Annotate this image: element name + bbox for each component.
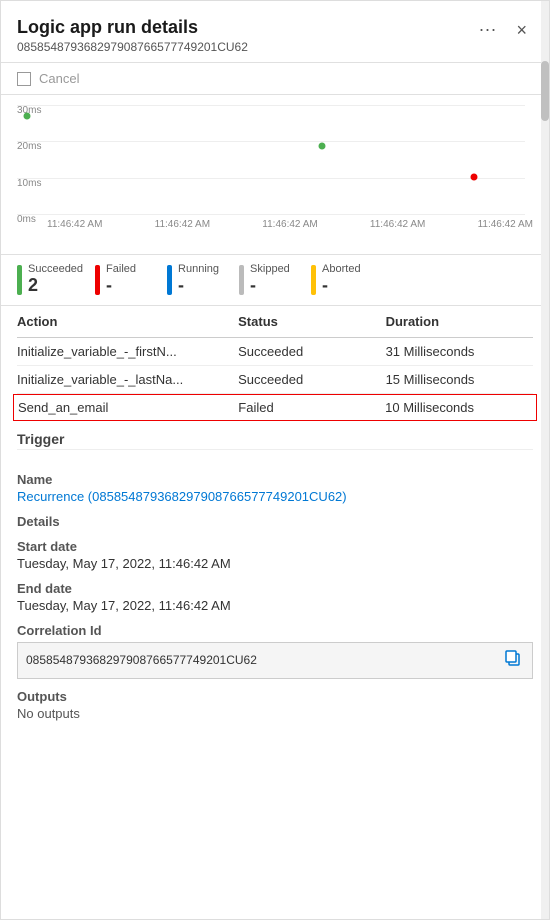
start-date-label: Start date <box>17 539 533 554</box>
grid-line-top <box>17 105 525 106</box>
cancel-label: Cancel <box>39 71 79 86</box>
row3-status: Failed <box>238 400 385 415</box>
outputs-label: Outputs <box>17 689 533 704</box>
x-axis-labels: 11:46:42 AM 11:46:42 AM 11:46:42 AM 11:4… <box>47 219 533 230</box>
trigger-section: Trigger <box>1 425 549 450</box>
row2-action: Initialize_variable_-_lastNa... <box>17 372 238 387</box>
row3-duration: 10 Milliseconds <box>385 400 532 415</box>
table-row: Initialize_variable_-_lastNa... Succeede… <box>17 366 533 394</box>
panel-header: Logic app run details 085854879368297908… <box>1 1 549 63</box>
status-name-succeeded: Succeeded <box>28 263 83 275</box>
col-action: Action <box>17 314 238 329</box>
scrollbar-thumb[interactable] <box>541 61 549 121</box>
recurrence-link[interactable]: Recurrence (0858548793682979087665777492… <box>17 489 347 504</box>
row2-status: Succeeded <box>238 372 385 387</box>
status-bar-succeeded <box>17 265 22 295</box>
status-item-running: Running - <box>167 263 227 297</box>
status-info-skipped: Skipped - <box>250 263 290 297</box>
row3-action: Send_an_email <box>18 400 238 415</box>
status-info-running: Running - <box>178 263 219 297</box>
status-item-aborted: Aborted - <box>311 263 371 297</box>
start-date-value: Tuesday, May 17, 2022, 11:46:42 AM <box>17 556 533 571</box>
col-duration: Duration <box>386 314 533 329</box>
end-date-value: Tuesday, May 17, 2022, 11:46:42 AM <box>17 598 533 613</box>
outputs-value: No outputs <box>17 706 533 721</box>
status-item-failed: Failed - <box>95 263 155 297</box>
info-section: Name Recurrence (08585487936829790876657… <box>1 450 549 721</box>
status-bar-aborted <box>311 265 316 295</box>
status-count-skipped: - <box>250 275 290 297</box>
status-count-running: - <box>178 275 219 297</box>
data-dot-1 <box>24 113 31 120</box>
ellipsis-button[interactable]: ··· <box>473 17 503 42</box>
panel-subtitle: 085854879368297908766577749201CU62 <box>17 40 248 54</box>
grid-line-bottom <box>17 214 525 215</box>
status-name-running: Running <box>178 263 219 275</box>
status-item-skipped: Skipped - <box>239 263 299 297</box>
col-status: Status <box>238 314 385 329</box>
panel: Logic app run details 085854879368297908… <box>0 0 550 920</box>
header-text: Logic app run details 085854879368297908… <box>17 17 248 54</box>
trigger-heading: Trigger <box>17 425 533 450</box>
copy-button[interactable] <box>502 647 524 674</box>
chart-section: 30ms 20ms 10ms 0ms 11:46:42 AM 11:46:42 … <box>1 95 549 255</box>
x-label-4: 11:46:42 AM <box>370 219 425 230</box>
status-count-aborted: - <box>322 275 361 297</box>
scrollbar-track <box>541 1 549 919</box>
row1-duration: 31 Milliseconds <box>386 344 533 359</box>
action-table: Action Status Duration Initialize_variab… <box>1 306 549 421</box>
x-label-3: 11:46:42 AM <box>262 219 317 230</box>
panel-title: Logic app run details <box>17 17 248 38</box>
row1-action: Initialize_variable_-_firstN... <box>17 344 238 359</box>
grid-line-mid1 <box>17 141 525 142</box>
status-count-succeeded: 2 <box>28 275 83 297</box>
header-actions: ··· × <box>473 17 534 42</box>
x-label-2: 11:46:42 AM <box>155 219 210 230</box>
y-label-0: 0ms <box>17 214 45 225</box>
status-item-succeeded: Succeeded 2 <box>17 263 83 297</box>
close-button[interactable]: × <box>510 19 533 41</box>
status-info-failed: Failed - <box>106 263 136 297</box>
table-header: Action Status Duration <box>17 306 533 338</box>
row2-duration: 15 Milliseconds <box>386 372 533 387</box>
grid-line-mid2 <box>17 178 525 179</box>
status-count-failed: - <box>106 275 136 297</box>
x-label-5: 11:46:42 AM <box>478 219 533 230</box>
details-label: Details <box>17 514 533 529</box>
status-bar-failed <box>95 265 100 295</box>
table-row-failed: Send_an_email Failed 10 Milliseconds <box>13 394 537 421</box>
cancel-checkbox[interactable] <box>17 72 31 86</box>
x-label-1: 11:46:42 AM <box>47 219 102 230</box>
status-info-aborted: Aborted - <box>322 263 361 297</box>
data-dot-3 <box>471 173 478 180</box>
status-name-aborted: Aborted <box>322 263 361 275</box>
cancel-section: Cancel <box>1 63 549 95</box>
status-bar-running <box>167 265 172 295</box>
correlation-label: Correlation Id <box>17 623 533 638</box>
row1-status: Succeeded <box>238 344 385 359</box>
status-bar-skipped <box>239 265 244 295</box>
status-name-failed: Failed <box>106 263 136 275</box>
data-dot-2 <box>318 142 325 149</box>
table-row: Initialize_variable_-_firstN... Succeede… <box>17 338 533 366</box>
name-label: Name <box>17 472 533 487</box>
status-bar-section: Succeeded 2 Failed - Running - Skipped - <box>1 255 549 306</box>
correlation-value: 085854879368297908766577749201CU62 <box>26 653 494 667</box>
end-date-label: End date <box>17 581 533 596</box>
correlation-field: 085854879368297908766577749201CU62 <box>17 642 533 679</box>
status-info-succeeded: Succeeded 2 <box>28 263 83 297</box>
status-name-skipped: Skipped <box>250 263 290 275</box>
